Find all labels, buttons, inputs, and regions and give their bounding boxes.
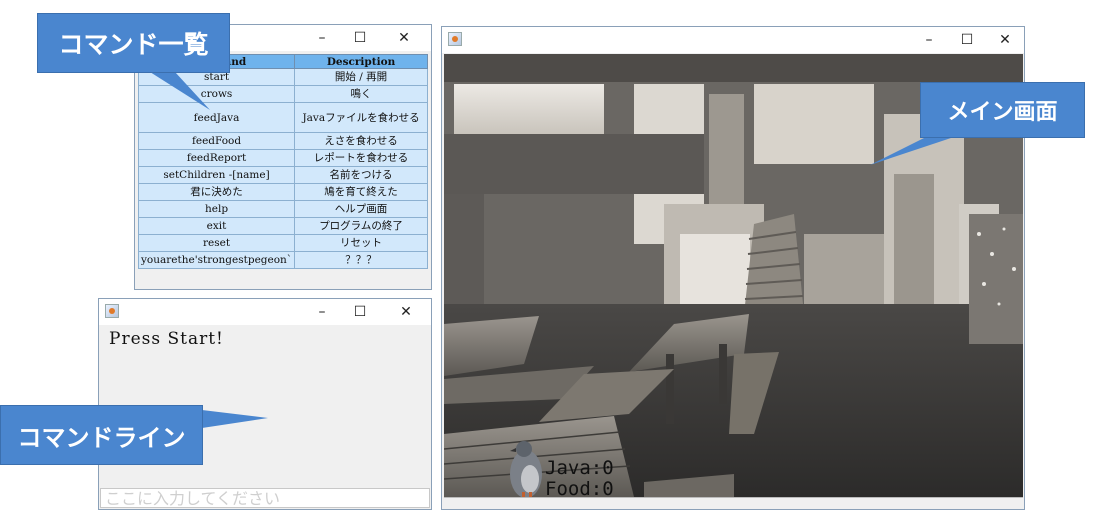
callout-main-screen: メイン画面 — [920, 82, 1085, 138]
callout-command-line: コマンドライン — [0, 405, 203, 465]
callout-pointer-command-line — [202, 410, 268, 428]
callout-pointer-command-list — [150, 72, 210, 110]
callout-pointer-main-screen — [870, 135, 960, 165]
callout-command-list: コマンド一覧 — [37, 13, 230, 73]
